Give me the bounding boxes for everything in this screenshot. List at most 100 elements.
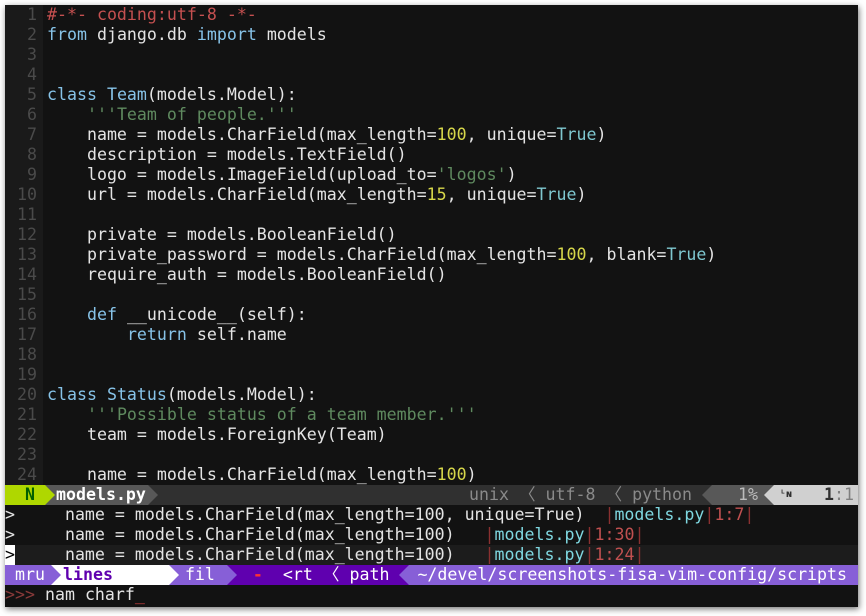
line-content[interactable]: private_password = models.CharField(max_… [43, 245, 716, 265]
code-line[interactable]: 18 [5, 345, 858, 365]
line-content[interactable] [43, 205, 47, 225]
statusline: N models.py unix 〈 utf-8 〈 python 1% ᴸɴ … [5, 485, 858, 505]
code-line[interactable]: 9 logo = models.ImageField(upload_to='lo… [5, 165, 858, 185]
code-token: '''Team of people.''' [86, 105, 297, 124]
line-number: 23 [5, 445, 43, 465]
line-content[interactable]: class Team(models.Model): [43, 85, 297, 105]
line-content[interactable]: '''Team of people.''' [43, 105, 297, 125]
ctrlp-prev-mode[interactable]: mru [5, 565, 51, 585]
line-content[interactable]: require_auth = models.BooleanField() [43, 265, 447, 285]
code-token: description = models.TextField() [47, 145, 407, 164]
code-line[interactable]: 7 name = models.CharField(max_length=100… [5, 125, 858, 145]
separator-icon: 〈 [508, 485, 546, 504]
code-line[interactable]: 5 class Team(models.Model): [5, 85, 858, 105]
separator-arrow [168, 565, 179, 585]
line-content[interactable]: return self.name [43, 325, 287, 345]
code-line[interactable]: 10 url = models.CharField(max_length=15,… [5, 185, 858, 205]
line-content[interactable]: team = models.ForeignKey(Team) [43, 425, 387, 445]
line-content[interactable]: from django.db import models [43, 25, 327, 45]
code-token: ) [506, 165, 517, 184]
line-content[interactable]: def __unicode__(self): [43, 305, 307, 325]
code-line[interactable]: 3 [5, 45, 858, 65]
result-position: 1:30 [594, 525, 635, 544]
line-content[interactable]: private = models.BooleanField() [43, 225, 397, 245]
line-number: 8 [5, 145, 43, 165]
code-line[interactable]: 16 def __unicode__(self): [5, 305, 858, 325]
separator-arrow [702, 485, 713, 505]
line-content[interactable] [43, 365, 47, 385]
code-line[interactable]: 12 private = models.BooleanField() [5, 225, 858, 245]
line-number: 16 [5, 305, 43, 325]
code-line[interactable]: 21 '''Possible status of a team member.'… [5, 405, 858, 425]
ctrlp-match-mode: <rt [282, 565, 313, 584]
line-content[interactable] [43, 285, 47, 305]
result-file: models.py [614, 505, 705, 524]
file-info: unix 〈 utf-8 〈 python [469, 485, 702, 505]
code-token: , unique= [446, 185, 537, 204]
prompt-symbol: >>> [5, 585, 35, 604]
line-content[interactable]: name = models.CharField(max_length=100) [43, 465, 477, 485]
line-content[interactable]: class Status(models.Model): [43, 385, 317, 405]
line-content[interactable]: name = models.CharField(max_length=100, … [43, 125, 607, 145]
ctrlp-current-mode[interactable]: lines [60, 565, 169, 585]
prompt-cursor: _ [134, 585, 145, 604]
code-line[interactable]: 14 require_auth = models.BooleanField() [5, 265, 858, 285]
code-token: True [666, 245, 707, 264]
editor-buffer[interactable]: 1 #-*- coding:utf-8 -*- 2 from django.db im… [5, 5, 858, 485]
line-content[interactable]: description = models.TextField() [43, 145, 407, 165]
code-line[interactable]: 2 from django.db import models [5, 25, 858, 45]
separator: | [584, 545, 595, 564]
ctrlp-info: - <rt 〈 path [236, 565, 400, 585]
line-content[interactable]: #-*- coding:utf-8 -*- [43, 5, 257, 25]
ctrlp-results[interactable]: > name = models.CharField(max_length=100… [5, 505, 858, 565]
vim-window[interactable]: 1 #-*- coding:utf-8 -*- 2 from django.db im… [5, 5, 858, 607]
ctrlp-prompt[interactable]: >>> nam charf_ [5, 585, 858, 605]
code-line[interactable]: 13 private_password = models.CharField(m… [5, 245, 858, 265]
code-line[interactable]: 15 [5, 285, 858, 305]
separator-arrow [399, 565, 410, 585]
code-line[interactable]: 24 name = models.CharField(max_length=10… [5, 465, 858, 485]
code-line[interactable]: 1 #-*- coding:utf-8 -*- [5, 5, 858, 25]
code-token: django.db [86, 25, 197, 44]
code-line[interactable]: 20 class Status(models.Model): [5, 385, 858, 405]
code-token: def [86, 305, 117, 324]
line-content[interactable] [43, 45, 47, 65]
line-content[interactable]: url = models.CharField(max_length=15, un… [43, 185, 587, 205]
line-content[interactable] [43, 345, 47, 365]
code-line[interactable]: 6 '''Team of people.''' [5, 105, 858, 125]
code-token: class [47, 85, 97, 104]
line-number: 2 [5, 25, 43, 45]
code-line[interactable]: 22 team = models.ForeignKey(Team) [5, 425, 858, 445]
separator-arrow [45, 485, 55, 505]
line-content[interactable]: logo = models.ImageField(upload_to='logo… [43, 165, 517, 185]
result-row[interactable]: > name = models.CharField(max_length=100… [5, 505, 858, 525]
line-content[interactable]: '''Possible status of a team member.''' [43, 405, 477, 425]
separator-icon: 〈 [595, 485, 633, 504]
code-line[interactable]: 4 [5, 65, 858, 85]
code-token: from [47, 25, 87, 44]
code-token: 15 [426, 185, 447, 204]
percent: 1% [712, 485, 765, 505]
code-line[interactable]: 19 [5, 365, 858, 385]
code-line[interactable]: 17 return self.name [5, 325, 858, 345]
code-token: , blank= [586, 245, 667, 264]
separator: | [744, 505, 755, 524]
filetype: python [632, 485, 693, 504]
line-content[interactable] [43, 445, 47, 465]
line-number: 13 [5, 245, 43, 265]
line-number: 20 [5, 385, 43, 405]
line-content[interactable] [43, 65, 47, 85]
code-line[interactable]: 23 [5, 445, 858, 465]
result-row[interactable]: > name = models.CharField(max_length=100… [5, 525, 858, 545]
code-line[interactable]: 8 description = models.TextField() [5, 145, 858, 165]
code-line[interactable]: 11 [5, 205, 858, 225]
ctrlp-next-mode[interactable]: fil [179, 565, 227, 585]
code-token: import [196, 25, 257, 44]
line-number: 11 [5, 205, 43, 225]
result-row[interactable]: > name = models.CharField(max_length=100… [5, 545, 858, 565]
result-marker: > [5, 505, 15, 524]
prompt-input[interactable]: nam charf [45, 585, 135, 604]
